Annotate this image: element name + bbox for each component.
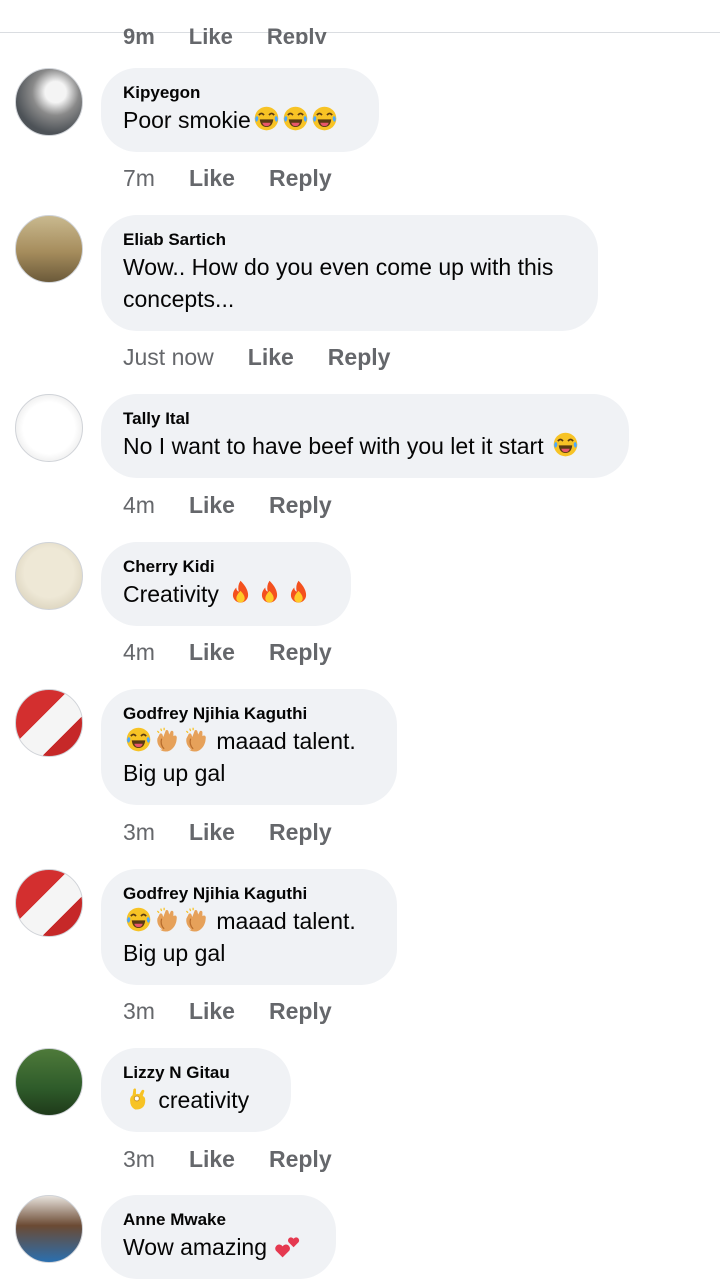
comment-actions: 3m Like Reply <box>123 819 332 846</box>
comment-time: 4m <box>123 492 155 518</box>
clap-icon <box>183 906 210 933</box>
comment-bubble: Eliab Sartich Wow.. How do you even come … <box>101 215 598 331</box>
comment-text: maaad talent. <box>123 905 375 937</box>
comment-text-line: Wow.. How do you even come up with this <box>123 254 554 280</box>
ok-hand-icon <box>125 1085 152 1112</box>
reply-button[interactable]: Reply <box>267 24 327 44</box>
comment-author[interactable]: Cherry Kidi <box>123 556 329 578</box>
reply-button[interactable]: Reply <box>269 165 332 192</box>
comment-text: creativity <box>123 1084 269 1116</box>
comment-author[interactable]: Lizzy N Gitau <box>123 1062 269 1084</box>
avatar[interactable] <box>15 394 83 462</box>
comment-author[interactable]: Anne Mwake <box>123 1209 314 1231</box>
like-button[interactable]: Like <box>248 344 294 371</box>
comment-actions: 4m Like Reply <box>123 492 332 519</box>
avatar[interactable] <box>15 869 83 937</box>
comment-text-line: creativity <box>152 1087 250 1113</box>
comment-text: No I want to have beef with you let it s… <box>123 430 607 462</box>
reply-button[interactable]: Reply <box>269 1146 332 1173</box>
reply-button[interactable]: Reply <box>328 344 391 371</box>
clap-icon <box>154 726 181 753</box>
comment-text-line: Creativity <box>123 581 226 607</box>
comment-time: 9m <box>123 24 155 44</box>
comment-bubble: Cherry Kidi Creativity <box>101 542 351 626</box>
laugh-cry-icon <box>552 431 579 458</box>
comment-bubble: Kipyegon Poor smokie <box>101 68 379 152</box>
comment-text: Wow amazing <box>123 1231 314 1263</box>
like-button[interactable]: Like <box>189 24 233 44</box>
comment-text: Poor smokie <box>123 104 357 136</box>
comment-bubble: Anne Mwake Wow amazing <box>101 1195 336 1279</box>
avatar[interactable] <box>15 215 83 283</box>
clap-icon <box>183 726 210 753</box>
comment-actions: 3m Like Reply <box>123 1146 332 1173</box>
reply-button[interactable]: Reply <box>269 998 332 1025</box>
comment-text-line: No I want to have beef with you let it s… <box>123 433 550 459</box>
comment-bubble: Godfrey Njihia Kaguthi maaad talent. Big … <box>101 869 397 985</box>
comment-author[interactable]: Godfrey Njihia Kaguthi <box>123 703 375 725</box>
avatar[interactable] <box>15 68 83 136</box>
comment-actions: Just now Like Reply <box>123 344 390 371</box>
laugh-cry-icon <box>125 726 152 753</box>
comment-text-line: Poor smokie <box>123 107 251 133</box>
clap-icon <box>154 906 181 933</box>
comment-actions: 4m Like Reply <box>123 639 332 666</box>
avatar[interactable] <box>15 542 83 610</box>
comment-bubble: Lizzy N Gitau creativity <box>101 1048 291 1132</box>
avatar[interactable] <box>15 1048 83 1116</box>
comment-text: Creativity <box>123 578 329 610</box>
comment-time: 3m <box>123 819 155 845</box>
like-button[interactable]: Like <box>189 492 235 519</box>
like-button[interactable]: Like <box>189 165 235 192</box>
comment-text: Wow.. How do you even come up with this <box>123 251 576 283</box>
comment-author[interactable]: Eliab Sartich <box>123 229 576 251</box>
comment-author[interactable]: Kipyegon <box>123 82 357 104</box>
fire-icon <box>256 579 283 606</box>
comment-actions: 3m Like Reply <box>123 998 332 1025</box>
top-bar <box>0 0 720 33</box>
comment-time: 7m <box>123 165 155 191</box>
comment-author[interactable]: Godfrey Njihia Kaguthi <box>123 883 375 905</box>
two-hearts-icon <box>275 1232 302 1259</box>
laugh-cry-icon <box>282 105 309 132</box>
fire-icon <box>227 579 254 606</box>
comment-time: 4m <box>123 639 155 665</box>
comment-text-line: maaad talent. <box>210 728 356 754</box>
comment-text-line: Big up gal <box>123 760 226 786</box>
comment-text-line: Big up gal <box>123 940 226 966</box>
laugh-cry-icon <box>253 105 280 132</box>
comment-text-line: maaad talent. <box>210 908 356 934</box>
previous-comment-actions: 9m Like Reply <box>123 14 327 44</box>
comment-text-line: concepts... <box>123 286 235 312</box>
like-button[interactable]: Like <box>189 1146 235 1173</box>
comment-text-line: Wow amazing <box>123 1234 274 1260</box>
reply-button[interactable]: Reply <box>269 639 332 666</box>
reply-button[interactable]: Reply <box>269 492 332 519</box>
comment-time: 3m <box>123 998 155 1024</box>
comment-text: maaad talent. <box>123 725 375 757</box>
like-button[interactable]: Like <box>189 639 235 666</box>
comment-bubble: Tally Ital No I want to have beef with yo… <box>101 394 629 478</box>
comment-time: 3m <box>123 1146 155 1172</box>
comment-bubble: Godfrey Njihia Kaguthi maaad talent. Big … <box>101 689 397 805</box>
comment-time: Just now <box>123 344 214 370</box>
comment-author[interactable]: Tally Ital <box>123 408 607 430</box>
avatar[interactable] <box>15 689 83 757</box>
reply-button[interactable]: Reply <box>269 819 332 846</box>
comment-actions: 7m Like Reply <box>123 165 332 192</box>
avatar[interactable] <box>15 1195 83 1263</box>
like-button[interactable]: Like <box>189 819 235 846</box>
like-button[interactable]: Like <box>189 998 235 1025</box>
laugh-cry-icon <box>125 906 152 933</box>
laugh-cry-icon <box>311 105 338 132</box>
fire-icon <box>285 579 312 606</box>
